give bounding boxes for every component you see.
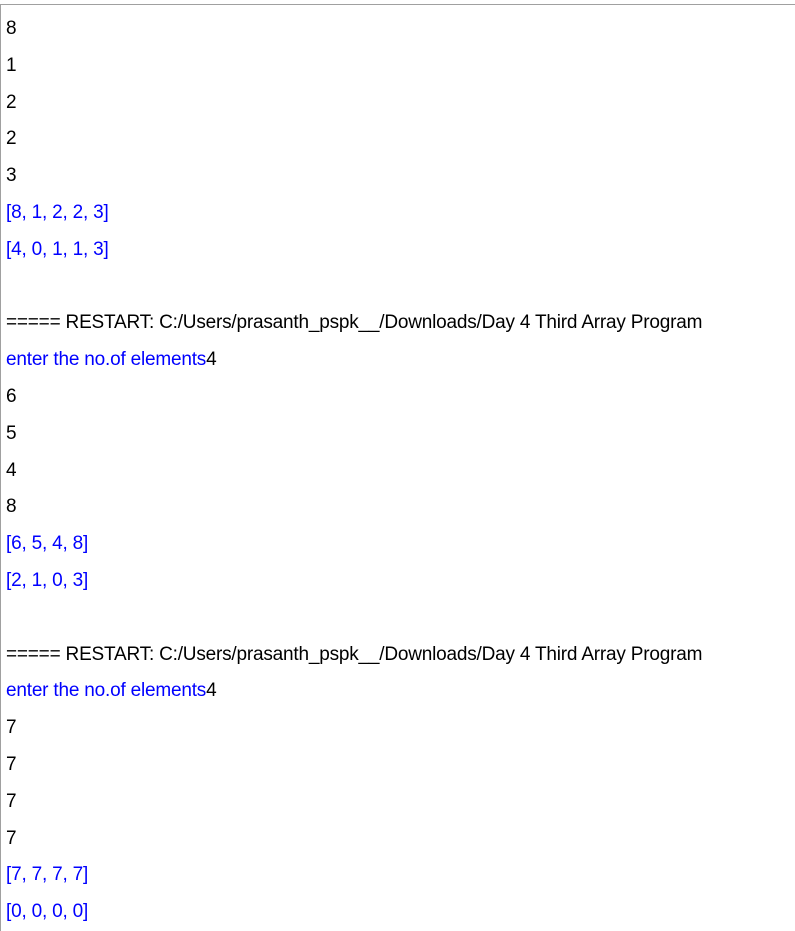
shell-input-line: 7	[6, 753, 17, 775]
prompt-text: enter the no.of elements	[6, 680, 207, 702]
shell-output-line: [7, 7, 7, 7]	[6, 864, 89, 886]
shell-blank-line	[6, 269, 795, 306]
shell-prompt-line: enter the no.of elements4	[6, 673, 795, 710]
shell-input-line: 4	[6, 459, 17, 481]
shell-input-line: 1	[6, 54, 17, 76]
shell-restart-line: ===== RESTART: C:/Users/prasanth_pspk__/…	[6, 312, 703, 334]
prompt-text: enter the no.of elements	[6, 349, 207, 371]
shell-input-line: 2	[6, 128, 17, 150]
shell-output-line: [4, 0, 1, 1, 3]	[6, 238, 109, 260]
shell-input-line: 7	[6, 717, 17, 739]
shell-input-line: 5	[6, 422, 17, 444]
prompt-input-value: 4	[206, 349, 217, 371]
shell-input-line: 2	[6, 91, 17, 113]
shell-output-area[interactable]: 8 1 2 2 3 [8, 1, 2, 2, 3] [4, 0, 1, 1, 3] =====…	[0, 4, 795, 931]
shell-restart-line: ===== RESTART: C:/Users/prasanth_pspk__/…	[6, 643, 703, 665]
shell-input-line: 7	[6, 790, 17, 812]
prompt-input-value: 4	[206, 680, 217, 702]
shell-prompt-line: enter the no.of elements4	[6, 342, 795, 379]
shell-input-line: 8	[6, 18, 17, 39]
shell-lines: 8 1 2 2 3 [8, 1, 2, 2, 3] [4, 0, 1, 1, 3] =====…	[1, 5, 795, 931]
shell-output-line: [0, 0, 0, 0]	[6, 901, 89, 923]
shell-output-line: [6, 5, 4, 8]	[6, 533, 89, 555]
shell-input-line: 6	[6, 385, 17, 407]
shell-output-line: [2, 1, 0, 3]	[6, 569, 89, 591]
shell-input-line: 8	[6, 496, 17, 518]
shell-input-line: 7	[6, 827, 17, 849]
shell-output-line: [8, 1, 2, 2, 3]	[6, 201, 109, 223]
shell-blank-line	[6, 600, 795, 637]
shell-input-line: 3	[6, 165, 17, 187]
